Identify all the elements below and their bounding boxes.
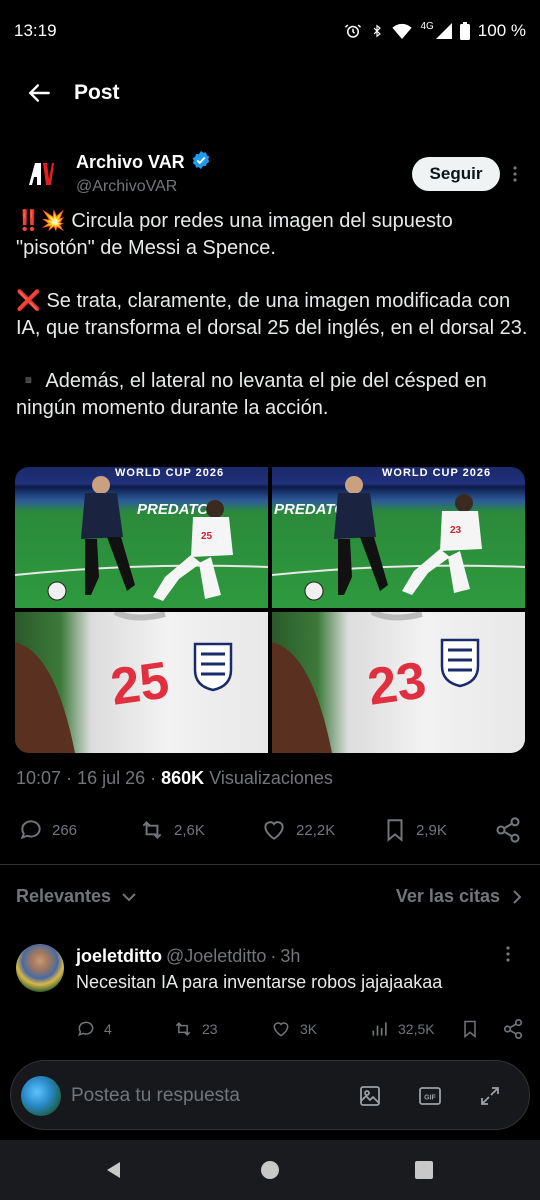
sort-dropdown[interactable]: Relevantes xyxy=(16,886,137,907)
reply-composer[interactable]: Postea tu respuesta GIF xyxy=(10,1060,530,1130)
status-time: 13:19 xyxy=(14,21,57,40)
chevron-down-icon xyxy=(122,892,136,901)
reply-input[interactable]: Postea tu respuesta xyxy=(71,1085,240,1107)
view-count: 860K xyxy=(161,768,205,788)
reply-actions: 4 23 3K 32,5K xyxy=(0,1012,540,1046)
tweet-paragraph-1: ‼️💥 Circula por redes una imagen del sup… xyxy=(16,210,453,259)
reply-repost-button[interactable]: 23 xyxy=(172,1012,218,1046)
reply-like-count: 3K xyxy=(300,1021,318,1037)
system-nav-bar xyxy=(0,1140,540,1200)
reply-icon xyxy=(20,820,41,840)
reply-view-count: 32,5K xyxy=(398,1021,435,1037)
share-icon xyxy=(503,1019,523,1039)
tweet-meta: 10:07 · 16 jul 26 · 860K Visualizaciones xyxy=(16,768,333,788)
verified-badge-icon xyxy=(191,150,211,175)
gif-icon[interactable]: GIF xyxy=(417,1083,443,1109)
share-button[interactable] xyxy=(494,810,522,850)
more-options-icon[interactable] xyxy=(506,162,524,186)
reply-header: joeletditto @Joeletditto · 3h xyxy=(76,946,301,967)
heart-icon xyxy=(264,821,284,840)
media-image-4[interactable]: 23 xyxy=(272,612,525,753)
bookmark-icon xyxy=(387,819,403,842)
tweet-paragraph-2: ❌ Se trata, claramente, de una imagen mo… xyxy=(16,290,528,339)
tweet-date: 16 jul 26 xyxy=(77,768,146,788)
reply-share-button[interactable] xyxy=(502,1012,524,1046)
svg-text:25: 25 xyxy=(201,531,213,542)
status-icons: 4G 100 % xyxy=(344,21,526,41)
reply-time: 3h xyxy=(280,946,301,966)
signal-icon xyxy=(435,23,452,39)
tweet-time: 10:07 xyxy=(16,768,62,788)
wifi-icon xyxy=(392,23,413,39)
divider xyxy=(0,864,540,865)
expand-icon[interactable] xyxy=(477,1083,503,1109)
media-image-1[interactable]: WORLD CUP 2026 PREDATOR 25 xyxy=(15,467,268,608)
square-recents-icon xyxy=(415,1161,433,1179)
chevron-right-icon xyxy=(513,889,522,904)
tweet-paragraph-3: ▪️ Además, el lateral no levanta el pie … xyxy=(16,370,487,419)
reply-more-options-icon[interactable] xyxy=(506,946,510,967)
bookmark-icon xyxy=(464,1020,476,1039)
reply-author-name[interactable]: joeletditto xyxy=(76,946,162,967)
author-avatar[interactable] xyxy=(16,150,64,198)
reply-repost-count: 23 xyxy=(202,1021,218,1037)
bluetooth-icon xyxy=(370,22,384,40)
media-image-2[interactable]: WORLD CUP 2026 PREDATO 23 xyxy=(272,467,525,608)
reply-author-handle[interactable]: @Joeletditto xyxy=(166,946,266,967)
author-handle[interactable]: @ArchivoVAR xyxy=(76,178,177,196)
reply-avatar[interactable] xyxy=(16,944,64,992)
tweet-text: ‼️💥 Circula por redes una imagen del sup… xyxy=(16,208,528,421)
header: Post xyxy=(0,62,540,124)
battery-level: 100 % xyxy=(477,21,526,40)
svg-text:GIF: GIF xyxy=(424,1095,436,1102)
author-row: Archivo VAR @ArchivoVAR Seguir xyxy=(0,144,540,204)
repost-icon xyxy=(142,821,162,839)
media-image-3[interactable]: 25 xyxy=(15,612,268,753)
like-button[interactable]: 22,2K xyxy=(260,810,335,850)
nav-recents-button[interactable] xyxy=(412,1158,436,1182)
reply-button[interactable]: 266 xyxy=(18,810,77,850)
heart-icon xyxy=(273,1022,289,1037)
arrow-left-icon xyxy=(28,84,50,102)
battery-icon xyxy=(459,22,470,40)
reply-count: 266 xyxy=(52,821,78,839)
author-name[interactable]: Archivo VAR xyxy=(76,150,211,175)
reply-text: Necesitan IA para inventarse robos jajaj… xyxy=(76,972,443,992)
reply-reply-button[interactable]: 4 xyxy=(76,1012,112,1046)
analytics-icon xyxy=(372,1022,387,1036)
repost-icon xyxy=(175,1022,191,1036)
repost-count: 2,6K xyxy=(174,821,205,839)
bookmark-button[interactable]: 2,9K xyxy=(382,810,447,850)
reply-bookmark-button[interactable] xyxy=(460,1012,480,1046)
network-type: 4G xyxy=(420,20,434,32)
back-button[interactable] xyxy=(18,71,62,115)
triangle-back-icon xyxy=(107,1162,120,1178)
status-bar: 13:19 4G 100 % xyxy=(0,0,540,62)
replies-filter-row: Relevantes Ver las citas xyxy=(0,876,540,920)
reply-icon xyxy=(78,1021,94,1037)
reply-views-button[interactable]: 32,5K xyxy=(370,1012,435,1046)
share-icon xyxy=(496,817,520,843)
svg-text:23: 23 xyxy=(450,525,462,536)
repost-button[interactable]: 2,6K xyxy=(138,810,205,850)
media-grid: WORLD CUP 2026 PREDATOR 25 WORLD CUP 202… xyxy=(15,467,525,753)
reply-like-button[interactable]: 3K xyxy=(270,1012,317,1046)
circle-home-icon xyxy=(261,1161,279,1179)
image-icon[interactable] xyxy=(357,1083,383,1109)
archivo-var-logo xyxy=(29,163,54,185)
like-count: 22,2K xyxy=(296,821,336,839)
page-title: Post xyxy=(74,81,120,104)
bookmark-count: 2,9K xyxy=(416,821,447,839)
nav-home-button[interactable] xyxy=(258,1158,282,1182)
nav-back-button[interactable] xyxy=(102,1158,126,1182)
view-quotes-link[interactable]: Ver las citas xyxy=(396,886,522,907)
views-label: Visualizaciones xyxy=(209,768,333,788)
follow-button[interactable]: Seguir xyxy=(412,157,500,191)
alarm-icon xyxy=(344,22,362,40)
my-avatar xyxy=(21,1076,61,1116)
tweet-actions: 266 2,6K 22,2K 2,9K xyxy=(0,810,540,850)
reply-reply-count: 4 xyxy=(104,1021,112,1037)
